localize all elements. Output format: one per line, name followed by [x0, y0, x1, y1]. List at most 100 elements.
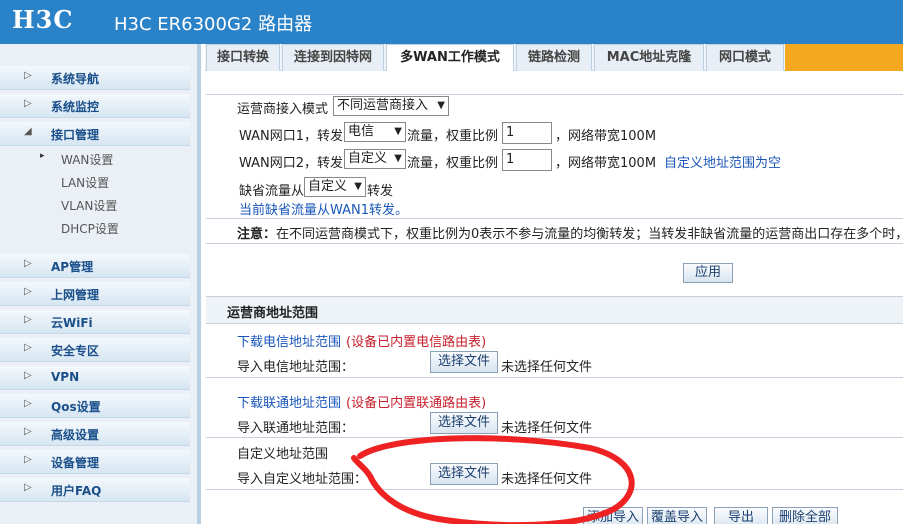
unicom-builtin-note: (设备已内置联通路由表): [346, 396, 487, 411]
sidebar-item-qos[interactable]: ▷ Qos设置: [0, 394, 190, 418]
wan1-bandwidth: ，网络带宽100M: [555, 129, 657, 144]
divider: [206, 218, 903, 219]
telecom-file-status: 未选择任何文件: [501, 360, 593, 375]
import-unicom-label: 导入联通地址范围：: [237, 421, 355, 436]
expand-arrow-icon: ▷: [24, 342, 32, 353]
sidebar-item-label: Qos设置: [51, 400, 101, 414]
download-telecom-link[interactable]: 下载电信地址范围: [237, 331, 341, 350]
collapse-arrow-icon: ◢: [24, 126, 32, 137]
wan2-isp-select[interactable]: 自定义 ▼: [344, 149, 406, 169]
add-import-button[interactable]: 添加导入: [583, 507, 643, 524]
apply-button[interactable]: 应用: [683, 263, 733, 283]
sidebar-item-label: 高级设置: [51, 428, 100, 442]
overwrite-import-button[interactable]: 覆盖导入: [647, 507, 707, 524]
tab-multi-wan[interactable]: 多WAN工作模式: [386, 44, 514, 71]
sidebar-item-device-mgmt[interactable]: ▷ 设备管理: [0, 450, 190, 474]
chevron-down-icon: ▼: [394, 126, 402, 137]
sidebar-subitem-label: LAN设置: [61, 176, 110, 190]
sidebar-subitem-label: VLAN设置: [61, 199, 118, 213]
expand-arrow-icon: ▷: [24, 70, 32, 81]
import-telecom-label: 导入电信地址范围：: [237, 360, 355, 375]
wan2-weight-input[interactable]: 1: [502, 149, 552, 171]
chevron-down-icon: ▼: [437, 100, 445, 111]
sidebar-divider: [197, 44, 201, 524]
default-traffic-value: 自定义: [308, 179, 348, 194]
wan2-ratio-label: 流量，权重比例: [407, 156, 499, 171]
sidebar-item-vpn[interactable]: ▷ VPN: [0, 366, 190, 390]
choose-file-unicom-button[interactable]: 选择文件: [430, 412, 498, 434]
expand-arrow-icon: ▷: [24, 482, 32, 493]
tab-mac-clone[interactable]: MAC地址克隆: [594, 44, 704, 71]
import-custom-label: 导入自定义地址范围：: [237, 472, 368, 487]
download-unicom-link[interactable]: 下载联通地址范围: [237, 392, 341, 411]
expand-arrow-icon: ▷: [24, 314, 32, 325]
sidebar-item-advanced[interactable]: ▷ 高级设置: [0, 422, 190, 446]
note-label: 注意：: [237, 227, 277, 242]
export-button[interactable]: 导出: [714, 507, 768, 524]
wan2-bandwidth: ，网络带宽100M: [555, 156, 657, 171]
expand-arrow-icon: ▷: [24, 286, 32, 297]
chevron-down-icon: ▼: [354, 181, 362, 192]
sidebar-item-label: 接口管理: [51, 128, 100, 142]
mode-select[interactable]: 不同运营商接入 ▼: [333, 96, 449, 116]
choose-file-custom-button[interactable]: 选择文件: [430, 463, 498, 485]
unicom-file-status: 未选择任何文件: [501, 421, 593, 436]
telecom-builtin-note: (设备已内置电信路由表): [346, 335, 487, 350]
note-text: 在不同运营商模式下，权重比例为0表示不参与流量的均衡转发；当转发非缺省流量的运营…: [276, 227, 903, 242]
sidebar-item-label: 设备管理: [51, 456, 100, 470]
sidebar-item-label: 上网管理: [51, 288, 100, 302]
wan1-isp-select[interactable]: 电信 ▼: [344, 122, 406, 142]
sidebar-item-label: VPN: [51, 370, 80, 384]
app-title: H3C ER6300G2 路由器: [114, 14, 313, 35]
wan1-weight-input[interactable]: 1: [502, 122, 552, 144]
expand-arrow-icon: ▷: [24, 258, 32, 269]
tab-link-detection[interactable]: 链路检测: [516, 44, 592, 71]
mode-select-value: 不同运营商接入: [337, 98, 429, 113]
sidebar-item-label: 系统监控: [51, 100, 100, 114]
sidebar-subitem-label: DHCP设置: [61, 222, 119, 236]
sidebar-subitem-wan[interactable]: ▸ WAN设置: [0, 148, 190, 170]
mode-label: 运营商接入模式: [237, 102, 329, 117]
header-bar: H3C H3C ER6300G2 路由器: [0, 0, 903, 44]
sidebar-subitem-vlan[interactable]: VLAN设置: [0, 194, 190, 216]
tab-bar-accent: [785, 44, 903, 71]
chevron-down-icon: ▼: [394, 153, 402, 164]
active-arrow-icon: ▸: [40, 151, 45, 161]
delete-all-button[interactable]: 删除全部: [772, 507, 838, 524]
wan1-isp-value: 电信: [348, 124, 375, 139]
isp-range-title: 运营商地址范围: [227, 306, 319, 321]
wan1-ratio-label: 流量，权重比例: [407, 129, 499, 144]
default-traffic-select[interactable]: 自定义 ▼: [304, 177, 366, 197]
tab-connect-internet[interactable]: 连接到因特网: [282, 44, 384, 71]
custom-range-title: 自定义地址范围: [237, 447, 329, 462]
tab-interface-switch[interactable]: 接口转换: [206, 44, 280, 71]
wan2-prefix: WAN网口2，转发: [239, 156, 344, 171]
sidebar-item-system-monitor[interactable]: ▷ 系统监控: [0, 94, 190, 118]
custom-file-status: 未选择任何文件: [501, 472, 593, 487]
sidebar-item-label: 云WiFi: [51, 316, 93, 330]
sidebar-item-label: AP管理: [51, 260, 94, 274]
tab-port-mode[interactable]: 网口模式: [706, 44, 784, 71]
sidebar-item-security[interactable]: ▷ 安全专区: [0, 338, 190, 362]
sidebar-item-label: 安全专区: [51, 344, 100, 358]
expand-arrow-icon: ▷: [24, 370, 32, 381]
sidebar-item-system-nav[interactable]: ▷ 系统导航: [0, 66, 190, 90]
expand-arrow-icon: ▷: [24, 398, 32, 409]
sidebar-item-cloud-wifi[interactable]: ▷ 云WiFi: [0, 310, 190, 334]
sidebar-subitem-dhcp[interactable]: DHCP设置: [0, 217, 190, 239]
current-default-traffic: 当前缺省流量从WAN1转发。: [239, 203, 409, 218]
choose-file-telecom-button[interactable]: 选择文件: [430, 351, 498, 373]
sidebar-item-interface-mgmt[interactable]: ◢ 接口管理: [0, 122, 190, 146]
sidebar-item-internet-mgmt[interactable]: ▷ 上网管理: [0, 282, 190, 306]
h3c-logo: H3C: [12, 5, 74, 34]
default-traffic-suffix: 转发: [367, 184, 394, 199]
wan1-prefix: WAN网口1，转发: [239, 129, 344, 144]
sidebar-item-ap-mgmt[interactable]: ▷ AP管理: [0, 254, 190, 278]
sidebar-item-user-faq[interactable]: ▷ 用户FAQ: [0, 478, 190, 502]
expand-arrow-icon: ▷: [24, 98, 32, 109]
sidebar-subitem-lan[interactable]: LAN设置: [0, 171, 190, 193]
sidebar-subitem-label: WAN设置: [61, 153, 114, 167]
default-traffic-label: 缺省流量从: [239, 184, 305, 199]
custom-range-empty-note: 自定义地址范围为空: [664, 156, 782, 171]
sidebar-item-label: 系统导航: [51, 72, 100, 86]
